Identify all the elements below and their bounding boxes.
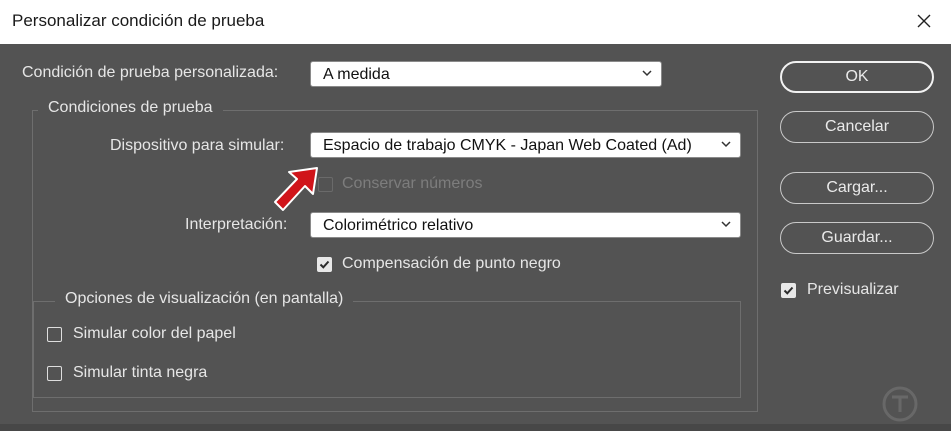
cancel-button[interactable]: Cancelar [780,111,934,143]
black-ink-checkbox[interactable] [47,366,62,381]
watermark-logo [882,386,918,422]
black-point-label: Compensación de punto negro [342,255,561,272]
close-button[interactable] [907,4,941,38]
custom-condition-label: Condición de prueba personalizada: [22,64,279,81]
black-point-checkbox[interactable] [317,257,332,272]
chevron-down-icon [721,221,731,228]
window-title: Personalizar condición de prueba [12,11,265,30]
intent-select[interactable]: Colorimétrico relativo [310,212,741,238]
custom-condition-select[interactable]: A medida [310,61,662,87]
load-button[interactable]: Cargar... [780,172,934,204]
intent-value: Colorimétrico relativo [323,217,474,234]
ok-button[interactable]: OK [780,61,934,93]
paper-color-checkbox[interactable] [47,327,62,342]
close-icon [917,14,931,28]
display-options-legend: Opciones de visualización (en pantalla) [55,290,354,308]
checkmark-icon [783,286,794,295]
save-button[interactable]: Guardar... [780,222,934,254]
checkmark-icon [319,260,330,269]
title-bar: Personalizar condición de prueba [0,0,951,45]
proof-conditions-legend: Condiciones de prueba [38,99,223,117]
bottom-strip [0,424,951,431]
preview-checkbox[interactable] [781,283,796,298]
red-arrow-annotation [274,167,318,211]
preview-label: Previsualizar [807,281,899,298]
black-ink-label: Simular tinta negra [73,364,208,381]
device-value: Espacio de trabajo CMYK - Japan Web Coat… [323,137,692,154]
device-label: Dispositivo para simular: [110,137,285,154]
intent-label: Interpretación: [185,216,288,233]
display-options-group [33,301,741,398]
chevron-down-icon [721,141,731,148]
dialog-body: Condición de prueba personalizada: A med… [0,44,951,431]
paper-color-label: Simular color del papel [73,325,236,342]
chevron-down-icon [642,70,652,77]
device-select[interactable]: Espacio de trabajo CMYK - Japan Web Coat… [310,132,741,158]
custom-condition-value: A medida [323,66,390,83]
preserve-numbers-label: Conservar números [342,175,483,192]
